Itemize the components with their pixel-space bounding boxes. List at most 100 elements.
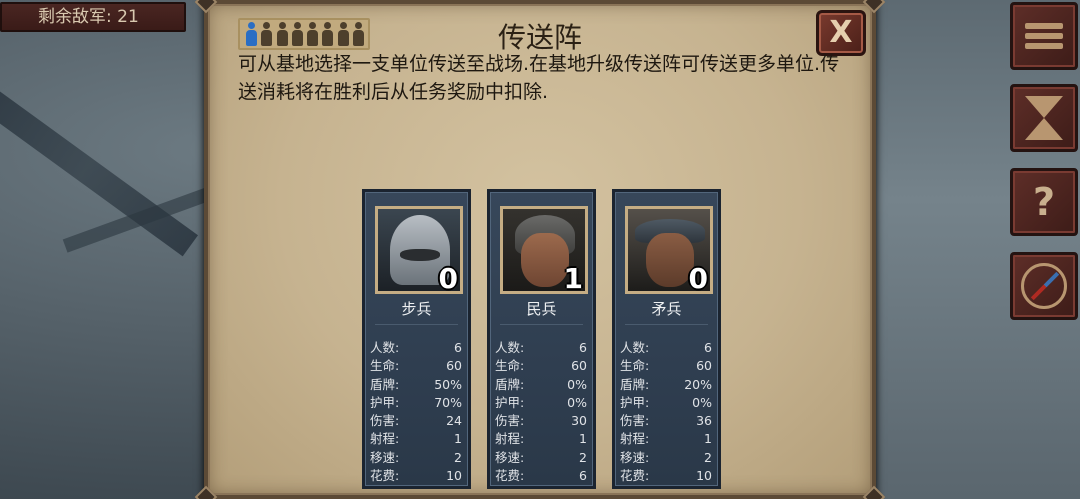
stat-row: 人数: 6 — [370, 339, 462, 357]
stat-row: 伤害: 36 — [620, 412, 712, 430]
stat-row: 花费: 6 — [495, 467, 587, 485]
stat-value: 6 — [704, 340, 712, 355]
stat-row: 盾牌: 0% — [495, 376, 587, 394]
stat-label: 护甲: — [495, 394, 525, 410]
stat-label: 盾牌: — [370, 376, 400, 392]
hourglass-icon — [1025, 96, 1063, 140]
stat-row: 生命: 60 — [620, 357, 712, 375]
stat-row: 花费: 10 — [620, 467, 712, 485]
unit-stats: 人数: 6 生命: 60 盾牌: 20% 护甲: 0% 伤害: 36 射程: 1 移速: 2 花费: 10 — [620, 339, 712, 485]
stat-value: 60 — [446, 358, 462, 374]
teleport-dialog: 传送阵 X 可从基地选择一支单位传送至战场.在基地升级传送阵可传送更多单位.传送… — [194, 0, 886, 499]
stat-label: 花费: — [620, 468, 650, 484]
stat-label: 护甲: — [370, 394, 400, 410]
stat-row: 人数: 6 — [620, 339, 712, 357]
stat-row: 射程: 1 — [495, 430, 587, 448]
stat-value: 10 — [696, 468, 712, 484]
stat-value: 60 — [571, 358, 587, 374]
enemy-remaining-counter: 剩余敌军: 21 — [0, 2, 186, 32]
divider — [375, 324, 458, 325]
stat-row: 生命: 60 — [370, 357, 462, 375]
stat-row: 生命: 60 — [495, 357, 587, 375]
unit-stats: 人数: 6 生命: 60 盾牌: 0% 护甲: 0% 伤害: 30 射程: 1 移速: 2 花费: 6 — [495, 339, 587, 485]
stat-value: 1 — [454, 431, 462, 447]
stat-label: 盾牌: — [620, 376, 650, 392]
stat-label: 移速: — [495, 449, 525, 465]
stat-row: 射程: 1 — [620, 430, 712, 448]
divider — [625, 324, 708, 325]
unit-card-militia[interactable]: 1 民兵 人数: 6 生命: 60 盾牌: 0% 护甲: 0% 伤害: 30 射程: 1 移速: 2 花费:… — [487, 189, 596, 489]
help-button[interactable]: ? — [1010, 168, 1078, 236]
stat-row: 盾牌: 50% — [370, 376, 462, 394]
unit-card-pikeman[interactable]: 0 矛兵 人数: 6 生命: 60 盾牌: 20% 护甲: 0% 伤害: 36 射程: 1 移速: 2 花费… — [612, 189, 721, 489]
stat-label: 人数: — [370, 340, 400, 355]
stat-row: 人数: 6 — [495, 339, 587, 357]
stat-label: 伤害: — [495, 413, 525, 429]
stat-value: 0% — [692, 394, 712, 410]
unit-card-list: 0 步兵 人数: 6 生命: 60 盾牌: 50% 护甲: 70% 伤害: 24 射程: 1 移速: 2 花… — [362, 189, 721, 489]
stat-label: 移速: — [620, 449, 650, 465]
stat-row: 盾牌: 20% — [620, 376, 712, 394]
stat-row: 射程: 1 — [370, 430, 462, 448]
help-icon: ? — [1032, 180, 1056, 224]
stat-row: 移速: 2 — [495, 449, 587, 467]
stat-row: 护甲: 70% — [370, 394, 462, 412]
stat-label: 花费: — [495, 468, 525, 484]
stat-value: 1 — [704, 431, 712, 447]
pause-button[interactable] — [1010, 84, 1078, 152]
stat-value: 2 — [579, 449, 587, 465]
stat-value: 2 — [454, 449, 462, 465]
stat-value: 6 — [454, 340, 462, 355]
unit-stats: 人数: 6 生命: 60 盾牌: 50% 护甲: 70% 伤害: 24 射程: 1 移速: 2 花费: 10 — [370, 339, 462, 485]
stat-value: 70% — [434, 394, 462, 410]
stat-row: 移速: 2 — [620, 449, 712, 467]
stat-label: 伤害: — [370, 413, 400, 429]
unit-name: 民兵 — [526, 300, 557, 318]
stat-value: 24 — [446, 413, 462, 429]
stat-row: 花费: 10 — [370, 467, 462, 485]
infantry-portrait: 0 — [375, 206, 463, 294]
stat-value: 36 — [696, 413, 712, 429]
unit-name: 步兵 — [401, 300, 432, 318]
divider — [500, 324, 583, 325]
stat-value: 50% — [434, 376, 462, 392]
stat-label: 生命: — [620, 358, 650, 374]
stat-value: 0% — [567, 376, 587, 392]
stat-label: 移速: — [370, 449, 400, 465]
stat-row: 护甲: 0% — [495, 394, 587, 412]
stat-label: 人数: — [495, 340, 525, 355]
stat-label: 伤害: — [620, 413, 650, 429]
stat-value: 6 — [579, 340, 587, 355]
stat-value: 60 — [696, 358, 712, 374]
stat-row: 护甲: 0% — [620, 394, 712, 412]
menu-button[interactable] — [1010, 2, 1078, 70]
stat-label: 花费: — [370, 468, 400, 484]
map-button[interactable] — [1010, 252, 1078, 320]
snow-terrain — [870, 0, 1080, 499]
compass-icon — [1021, 263, 1067, 309]
stat-value: 30 — [571, 413, 587, 429]
stat-value: 10 — [446, 468, 462, 484]
stat-row: 伤害: 30 — [495, 412, 587, 430]
rock-ridge-small — [62, 181, 228, 253]
unit-count: 0 — [438, 262, 458, 294]
stat-row: 伤害: 24 — [370, 412, 462, 430]
unit-count: 0 — [688, 262, 708, 294]
unit-count: 1 — [563, 262, 583, 294]
stat-label: 盾牌: — [495, 376, 525, 392]
stat-value: 1 — [579, 431, 587, 447]
unit-card-infantry[interactable]: 0 步兵 人数: 6 生命: 60 盾牌: 50% 护甲: 70% 伤害: 24 射程: 1 移速: 2 花… — [362, 189, 471, 489]
militia-portrait: 1 — [500, 206, 588, 294]
stat-label: 生命: — [370, 358, 400, 374]
stat-value: 0% — [567, 394, 587, 410]
stat-label: 生命: — [495, 358, 525, 374]
stat-label: 护甲: — [620, 394, 650, 410]
stat-label: 射程: — [370, 431, 400, 447]
stat-label: 射程: — [620, 431, 650, 447]
stat-label: 人数: — [620, 340, 650, 355]
stat-value: 6 — [579, 468, 587, 484]
menu-icon — [1025, 19, 1063, 53]
dialog-description: 可从基地选择一支单位传送至战场.在基地升级传送阵可传送更多单位.传送消耗将在胜利… — [238, 53, 840, 103]
stat-value: 2 — [704, 449, 712, 465]
stat-label: 射程: — [495, 431, 525, 447]
